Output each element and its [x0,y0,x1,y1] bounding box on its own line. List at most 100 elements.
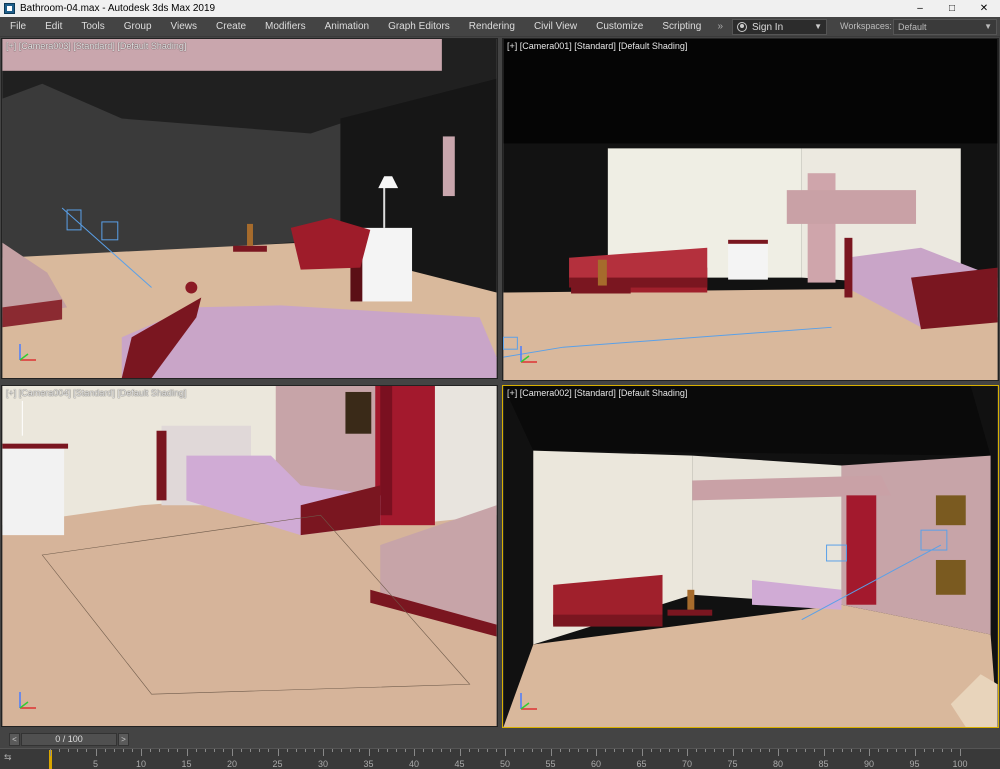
viewport-camera001[interactable]: [+] [Camera001] [Standard] [Default Shad… [502,38,999,381]
viewport-label[interactable]: [+] [Camera001] [Standard] [Default Shad… [507,41,687,51]
axis-tripod-icon [19,692,36,709]
ruler-tick [659,749,661,752]
ruler-tick [414,749,415,756]
ruler-number: 35 [363,759,374,769]
menu-file[interactable]: File [0,21,35,32]
ruler-tick [523,749,525,752]
ruler-tick [113,749,115,752]
next-frame-button[interactable]: > [118,733,129,746]
ruler-number: 90 [863,759,875,769]
ruler-tick [359,749,361,752]
viewport-camera003[interactable]: [+] [Camera003] [Standard] [Default Shad… [1,38,498,379]
menu-bar: File Edit Tools Group Views Create Modif… [0,17,1000,37]
ruler-tick [577,749,579,752]
ruler-number: 65 [636,759,647,769]
viewport-camera004[interactable]: [+] [Camera004] [Standard] [Default Shad… [1,385,498,727]
ruler-number: 60 [590,759,602,769]
time-slider[interactable]: 0 / 100 [21,733,117,746]
minimize-button[interactable]: – [904,0,936,17]
menu-rendering[interactable]: Rendering [459,21,524,32]
viewport-label[interactable]: [+] [Camera003] [Standard] [Default Shad… [6,41,186,51]
menu-group[interactable]: Group [114,21,161,32]
menu-create[interactable]: Create [206,21,255,32]
menu-tools[interactable]: Tools [71,21,113,32]
ruler-tick [150,749,152,752]
ruler-tick [596,749,597,756]
ruler-tick [850,749,852,752]
app-icon[interactable] [4,3,15,14]
viewport-render [503,39,998,380]
previous-frame-button[interactable]: < [9,733,20,746]
chevron-down-icon: ▼ [814,22,822,31]
ruler-tick [586,749,588,752]
ruler-tick [869,749,870,756]
menu-customize[interactable]: Customize [586,21,652,32]
close-button[interactable]: ✕ [968,0,1000,17]
ruler-tick [887,749,889,752]
menu-scripting[interactable]: Scripting [652,21,710,32]
ruler-tick [250,749,252,752]
ruler-tick [332,749,334,752]
maximize-button[interactable]: □ [936,0,968,17]
menu-edit[interactable]: Edit [35,21,71,32]
axis-tripod-icon [520,346,537,363]
ruler-tick [732,749,734,756]
ruler-number: 30 [317,759,329,769]
ruler-tick [304,749,306,752]
ruler-tick [432,749,434,752]
user-icon [737,22,747,32]
ruler-tick [213,749,215,752]
ruler-tick [941,749,943,752]
ruler-number: 15 [181,759,192,769]
menu-views[interactable]: Views [161,21,207,32]
time-slider-bar: < 0 / 100 > [0,730,1000,748]
ruler-tick [614,749,616,752]
ruler-tick [423,749,425,752]
workspace-select[interactable]: Default ▼ [893,19,997,35]
ruler-tick [459,749,461,756]
ruler-tick [313,749,315,752]
workspace-value: Default [898,22,927,32]
ruler-tick [632,749,634,752]
viewport-label[interactable]: [+] [Camera002] [Standard] [Default Shad… [507,388,687,398]
track-bar-icon[interactable]: ⇆ [4,752,18,766]
ruler-number: 80 [772,759,784,769]
workspaces-label: Workspaces: [840,21,892,31]
menu-graph-editors[interactable]: Graph Editors [378,21,459,32]
viewport-render [2,386,497,726]
ruler-tick [714,749,716,752]
ruler-tick [277,749,279,756]
viewport-camera002[interactable]: [+] [Camera002] [Standard] [Default Shad… [502,385,999,728]
sign-in-dropdown[interactable]: Sign In ▼ [732,19,827,35]
menu-expand-icon[interactable]: » [714,20,726,34]
title-bar: Bathroom-04.max - Autodesk 3ds Max 2019 … [0,0,1000,17]
ruler-number: 100 [952,759,968,769]
viewport-label[interactable]: [+] [Camera004] [Standard] [Default Shad… [6,388,186,398]
menu-civil-view[interactable]: Civil View [524,21,586,32]
ruler-tick [95,749,97,756]
axis-tripod-icon [19,344,36,361]
chevron-down-icon: ▼ [984,22,992,31]
ruler-tick [368,749,370,756]
ruler-tick [568,749,570,752]
ruler-tick [532,749,534,752]
track-bar-ruler[interactable]: ⇆ 5 10 15 20 25 30 35 40 45 50 55 60 65 70 75 80 85 90 95 1… [0,748,1000,769]
ruler-tick [350,749,352,752]
ruler-tick [268,749,270,752]
ruler-number: 85 [818,759,829,769]
ruler-number: 25 [272,759,283,769]
menu-modifiers[interactable]: Modifiers [255,21,315,32]
ruler-tick [495,749,497,752]
ruler-tick [131,749,133,752]
ruler-tick [859,749,861,752]
ruler-tick [377,749,379,752]
ruler-tick [50,749,51,756]
ruler-tick [778,749,779,756]
ruler-tick [687,749,688,756]
ruler-tick [477,749,479,752]
ruler-tick [932,749,934,752]
ruler-number: 10 [135,759,147,769]
menu-animation[interactable]: Animation [315,21,378,32]
ruler-tick [468,749,470,752]
ruler-tick [286,749,288,752]
